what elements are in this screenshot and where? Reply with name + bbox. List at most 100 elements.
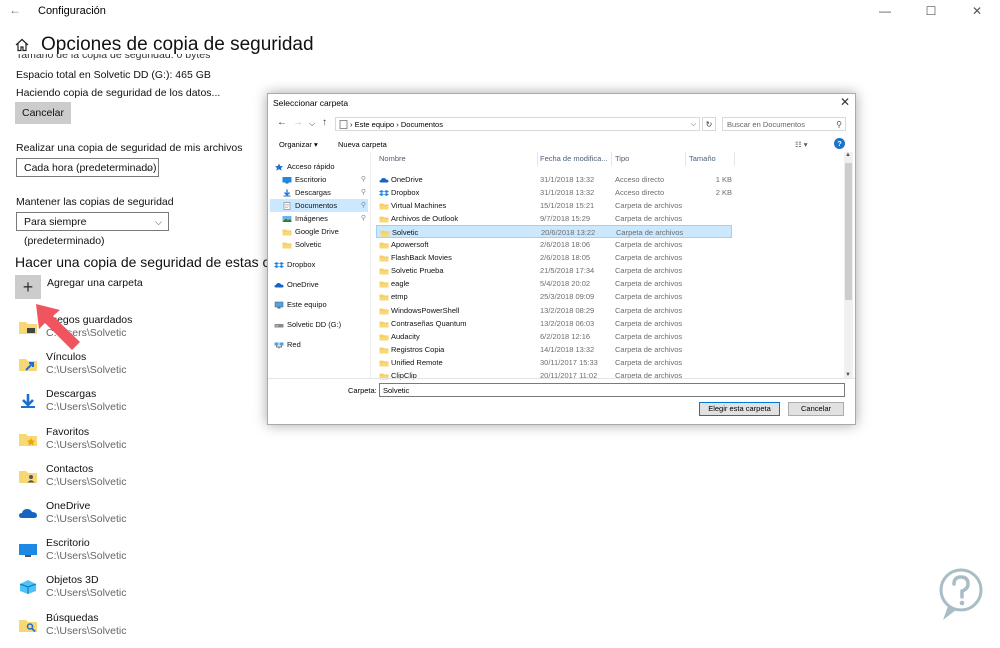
backup-folder-item[interactable]: OneDrive C:\Users\Solvetic [16,500,256,536]
minimize-button[interactable]: — [862,0,908,22]
file-date: 14/1/2018 13:32 [540,344,595,354]
file-row[interactable]: FlashBack Movies 2/6/2018 18:05 Carpeta de… [376,251,732,264]
file-type: Acceso directo [615,175,665,184]
folder-item-icon [18,616,38,636]
backup-folder-item[interactable]: Objetos 3D C:\Users\Solvetic [16,574,256,610]
forward-arrow-icon[interactable]: → [293,117,303,128]
nav-item[interactable]: Imágenes ⚲ [270,212,368,225]
help-icon[interactable]: ? [834,138,845,149]
links-icon [19,359,37,372]
address-bar[interactable]: › Este equipo › Documentos ⌵ [335,117,700,131]
breadcrumb[interactable]: › Este equipo › Documentos [350,118,443,132]
total-space-text: Espacio total en Solvetic DD (G:): 465 G… [16,69,211,81]
backup-folder-item[interactable]: Búsquedas C:\Users\Solvetic [16,612,256,648]
keep-select[interactable]: Para siempre (predeterminado) ⌵ [16,212,169,247]
file-row[interactable]: Registros Copia 14/1/2018 13:32 Carpeta de… [376,343,732,356]
backup-folder-item[interactable]: Vínculos C:\Users\Solvetic [16,351,256,387]
file-row[interactable]: Unified Remote 30/11/2017 15:33 Carpeta de… [376,356,732,369]
nav-item[interactable]: OneDrive [270,278,368,291]
maximize-button[interactable]: ☐ [908,0,954,22]
new-folder-button[interactable]: Nueva carpeta [338,140,387,149]
documents-icon [339,120,348,129]
file-row-icon [380,228,390,237]
file-row[interactable]: Contraseñas Quantum 13/2/2018 06:03 Carpet… [376,317,732,330]
file-name: Archivos de Outlook [391,214,459,224]
file-type: Carpeta de archivos [615,201,683,211]
back-arrow-icon[interactable]: ← [277,117,287,128]
pin-icon[interactable]: ⚲ [361,199,366,212]
column-divider[interactable] [734,152,735,166]
folder-input[interactable]: Solvetic [379,383,845,397]
chevron-down-icon[interactable]: ⌵ [691,118,696,132]
file-type: Carpeta de archivos [615,305,683,315]
column-size[interactable]: Tamaño [689,154,716,163]
file-name: Registros Copia [391,344,445,354]
nav-item[interactable]: Escritorio ⚲ [270,173,368,186]
file-row[interactable]: OneDrive 31/1/2018 13:32 Acceso directo 1 K… [376,173,732,186]
chevron-up-icon[interactable]: ▲ [845,152,851,158]
organize-menu[interactable]: Organizar ▾ [279,140,318,149]
close-button[interactable]: ✕ [954,0,1000,22]
file-row[interactable]: Solvetic 20/6/2018 13:22 Carpeta de archiv… [376,225,732,239]
nav-item[interactable]: Solvetic DD (G:) [270,318,368,331]
pin-icon[interactable]: ⚲ [361,173,366,186]
back-arrow-icon[interactable]: ← [9,3,21,17]
backup-folder-item[interactable]: Favoritos C:\Users\Solvetic [16,426,256,462]
refresh-icon[interactable]: ↻ [702,117,716,131]
home-icon[interactable] [15,38,29,52]
nav-item[interactable]: Acceso rápido [270,160,368,173]
frequency-select[interactable]: Cada hora (predeterminado) ⌵ [16,158,159,177]
file-row[interactable]: eagle 5/4/2018 20:02 Carpeta de archivos [376,277,732,290]
column-name[interactable]: Nombre [379,154,406,163]
backup-folder-item[interactable]: Escritorio C:\Users\Solvetic [16,537,256,573]
file-row[interactable]: Archivos de Outlook 9/7/2018 15:29 Carpeta… [376,212,732,225]
nav-item-icon [274,340,284,349]
nav-item[interactable]: Descargas ⚲ [270,186,368,199]
dialog-title: Seleccionar carpeta [273,98,349,108]
file-row[interactable]: Apowersoft 2/6/2018 18:06 Carpeta de archi… [376,238,732,251]
add-folder-button[interactable]: + [15,275,41,299]
file-row[interactable]: etmp 25/3/2018 09:09 Carpeta de archivos [376,290,732,303]
file-row[interactable]: WindowsPowerShell 13/2/2018 08:29 Carpeta … [376,304,732,317]
backup-size-text: Tamaño de la copia de seguridad: 0 bytes [16,54,211,61]
nav-item[interactable]: Google Drive [270,225,368,238]
up-arrow-icon[interactable]: ↑ [322,117,327,128]
nav-item-icon [274,162,283,171]
folder-item-path: C:\Users\Solvetic [46,624,127,637]
nav-item[interactable]: Este equipo [270,298,368,311]
dialog-close-button[interactable]: ✕ [840,95,850,109]
column-divider[interactable] [611,152,612,166]
column-type[interactable]: Tipo [615,154,629,163]
file-row[interactable]: Solvetic Prueba 21/5/2018 17:34 Carpeta de… [376,264,732,277]
backup-folder-item[interactable]: Descargas C:\Users\Solvetic [16,388,256,424]
pin-icon[interactable]: ⚲ [361,186,366,199]
title-bar: ← Configuración — ☐ ✕ [0,0,1000,22]
select-folder-button[interactable]: Elegir esta carpeta [699,402,780,416]
cancel-backup-button[interactable]: Cancelar [15,102,71,124]
file-row[interactable]: ClipClip 20/11/2017 11:02 Carpeta de archi… [376,369,732,382]
search-icon: ⚲ [836,120,842,129]
column-divider[interactable] [685,152,686,166]
file-row[interactable]: Dropbox 31/1/2018 13:32 Acceso directo 2 KB [376,186,732,199]
nav-item[interactable]: Documentos ⚲ [270,199,368,212]
search-input[interactable]: Buscar en Documentos ⚲ [722,117,846,131]
nav-item[interactable]: Red [270,338,368,351]
keep-label: Mantener las copias de seguridad [16,196,174,208]
column-date[interactable]: Fecha de modifica... [540,154,608,163]
pin-icon[interactable]: ⚲ [361,212,366,225]
folder-item-path: C:\Users\Solvetic [46,513,127,525]
file-row[interactable]: Virtual Machines 15/1/2018 15:21 Carpeta d… [376,199,732,212]
column-divider[interactable] [537,152,538,166]
nav-item[interactable]: Dropbox [270,258,368,271]
chevron-down-icon: ⌵ [155,217,162,227]
dialog-cancel-button[interactable]: Cancelar [788,402,844,416]
plus-icon: + [22,277,34,297]
scrollbar-thumb[interactable] [845,163,852,300]
backup-folder-item[interactable]: Contactos C:\Users\Solvetic [16,463,256,499]
add-folder-label[interactable]: Agregar una carpeta [47,277,143,289]
file-row[interactable]: Audacity 6/2/2018 12:16 Carpeta de archivo… [376,330,732,343]
view-options-icon[interactable]: ☷ ▾ [795,140,808,149]
nav-item[interactable]: Solvetic [270,238,368,251]
chevron-down-icon[interactable]: ⌵ [309,119,315,129]
vertical-scrollbar[interactable]: ▲ ▼ [844,152,853,378]
